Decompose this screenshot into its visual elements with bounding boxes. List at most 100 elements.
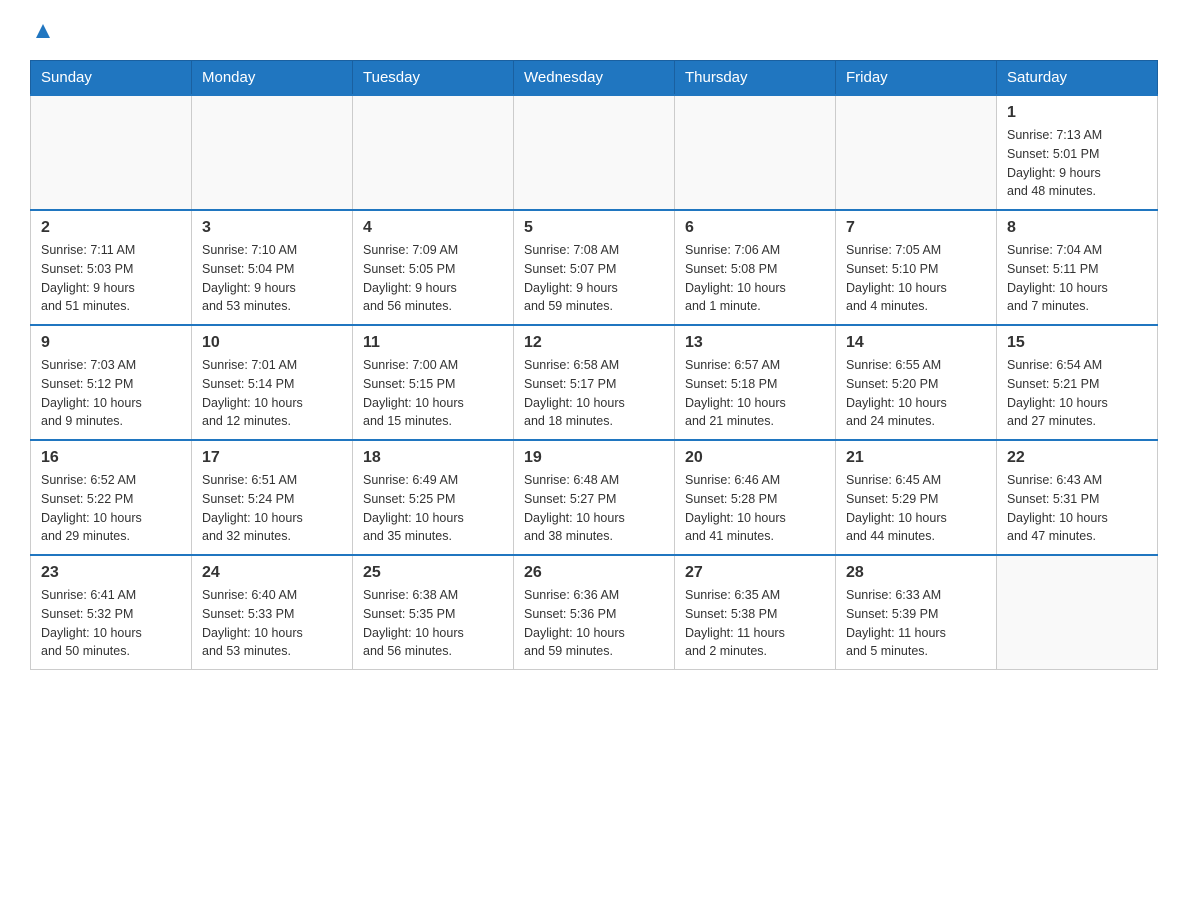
week-row-4: 16 Sunrise: 6:52 AM Sunset: 5:22 PM Dayli…: [31, 440, 1158, 555]
col-sunday: Sunday: [31, 61, 192, 96]
day-number: 2: [41, 219, 181, 237]
calendar-cell: 13 Sunrise: 6:57 AM Sunset: 5:18 PM Dayli…: [675, 325, 836, 440]
calendar-cell: 20 Sunrise: 6:46 AM Sunset: 5:28 PM Dayli…: [675, 440, 836, 555]
calendar-cell: 11 Sunrise: 7:00 AM Sunset: 5:15 PM Dayli…: [353, 325, 514, 440]
day-info: Sunrise: 7:03 AM Sunset: 5:12 PM Dayligh…: [41, 356, 181, 431]
calendar-cell: [192, 95, 353, 210]
day-info: Sunrise: 7:08 AM Sunset: 5:07 PM Dayligh…: [524, 241, 664, 316]
day-info: Sunrise: 6:41 AM Sunset: 5:32 PM Dayligh…: [41, 586, 181, 661]
day-number: 7: [846, 219, 986, 237]
day-info: Sunrise: 6:54 AM Sunset: 5:21 PM Dayligh…: [1007, 356, 1147, 431]
calendar-cell: 15Sunrise: 6:54 AM Sunset: 5:21 PM Dayli…: [997, 325, 1158, 440]
calendar-cell: 27 Sunrise: 6:35 AM Sunset: 5:38 PM Dayli…: [675, 555, 836, 670]
col-friday: Friday: [836, 61, 997, 96]
day-info: Sunrise: 7:10 AM Sunset: 5:04 PM Dayligh…: [202, 241, 342, 316]
day-info: Sunrise: 6:40 AM Sunset: 5:33 PM Dayligh…: [202, 586, 342, 661]
calendar-cell: 6 Sunrise: 7:06 AM Sunset: 5:08 PM Daylig…: [675, 210, 836, 325]
calendar-cell: 26 Sunrise: 6:36 AM Sunset: 5:36 PM Dayli…: [514, 555, 675, 670]
day-number: 8: [1007, 219, 1147, 237]
day-number: 19: [524, 449, 664, 467]
day-number: 9: [41, 334, 181, 352]
day-info: Sunrise: 6:36 AM Sunset: 5:36 PM Dayligh…: [524, 586, 664, 661]
day-info: Sunrise: 7:01 AM Sunset: 5:14 PM Dayligh…: [202, 356, 342, 431]
calendar-cell: 24 Sunrise: 6:40 AM Sunset: 5:33 PM Dayli…: [192, 555, 353, 670]
calendar-cell: 19 Sunrise: 6:48 AM Sunset: 5:27 PM Dayli…: [514, 440, 675, 555]
calendar-cell: 22 Sunrise: 6:43 AM Sunset: 5:31 PM Dayli…: [997, 440, 1158, 555]
calendar-cell: 3 Sunrise: 7:10 AM Sunset: 5:04 PM Daylig…: [192, 210, 353, 325]
calendar-cell: [514, 95, 675, 210]
calendar-cell: [997, 555, 1158, 670]
day-info: Sunrise: 6:57 AM Sunset: 5:18 PM Dayligh…: [685, 356, 825, 431]
col-saturday: Saturday: [997, 61, 1158, 96]
calendar-cell: 7 Sunrise: 7:05 AM Sunset: 5:10 PM Daylig…: [836, 210, 997, 325]
day-number: 16: [41, 449, 181, 467]
day-info: Sunrise: 6:38 AM Sunset: 5:35 PM Dayligh…: [363, 586, 503, 661]
day-info: Sunrise: 7:05 AM Sunset: 5:10 PM Dayligh…: [846, 241, 986, 316]
col-thursday: Thursday: [675, 61, 836, 96]
day-info: Sunrise: 6:52 AM Sunset: 5:22 PM Dayligh…: [41, 471, 181, 546]
day-number: 28: [846, 564, 986, 582]
calendar-cell: 21 Sunrise: 6:45 AM Sunset: 5:29 PM Dayli…: [836, 440, 997, 555]
day-number: 12: [524, 334, 664, 352]
calendar-cell: 23 Sunrise: 6:41 AM Sunset: 5:32 PM Dayli…: [31, 555, 192, 670]
col-wednesday: Wednesday: [514, 61, 675, 96]
logo-icon: [32, 20, 54, 42]
day-number: 21: [846, 449, 986, 467]
calendar-cell: 2 Sunrise: 7:11 AM Sunset: 5:03 PM Daylig…: [31, 210, 192, 325]
day-info: Sunrise: 6:58 AM Sunset: 5:17 PM Dayligh…: [524, 356, 664, 431]
calendar-cell: [836, 95, 997, 210]
day-number: 14: [846, 334, 986, 352]
day-number: 6: [685, 219, 825, 237]
day-number: 17: [202, 449, 342, 467]
day-info: Sunrise: 7:13 AM Sunset: 5:01 PM Dayligh…: [1007, 126, 1147, 201]
day-number: 26: [524, 564, 664, 582]
calendar-cell: 4 Sunrise: 7:09 AM Sunset: 5:05 PM Daylig…: [353, 210, 514, 325]
day-number: 18: [363, 449, 503, 467]
week-row-2: 2 Sunrise: 7:11 AM Sunset: 5:03 PM Daylig…: [31, 210, 1158, 325]
calendar-cell: [353, 95, 514, 210]
day-info: Sunrise: 7:11 AM Sunset: 5:03 PM Dayligh…: [41, 241, 181, 316]
col-monday: Monday: [192, 61, 353, 96]
day-number: 20: [685, 449, 825, 467]
day-number: 3: [202, 219, 342, 237]
calendar-cell: 16 Sunrise: 6:52 AM Sunset: 5:22 PM Dayli…: [31, 440, 192, 555]
day-number: 22: [1007, 449, 1147, 467]
day-number: 11: [363, 334, 503, 352]
calendar-cell: [31, 95, 192, 210]
day-number: 24: [202, 564, 342, 582]
day-info: Sunrise: 7:09 AM Sunset: 5:05 PM Dayligh…: [363, 241, 503, 316]
day-number: 13: [685, 334, 825, 352]
calendar-cell: 10 Sunrise: 7:01 AM Sunset: 5:14 PM Dayli…: [192, 325, 353, 440]
day-number: 4: [363, 219, 503, 237]
day-info: Sunrise: 7:00 AM Sunset: 5:15 PM Dayligh…: [363, 356, 503, 431]
day-info: Sunrise: 6:55 AM Sunset: 5:20 PM Dayligh…: [846, 356, 986, 431]
calendar-cell: 17Sunrise: 6:51 AM Sunset: 5:24 PM Dayli…: [192, 440, 353, 555]
calendar-cell: 5Sunrise: 7:08 AM Sunset: 5:07 PM Daylig…: [514, 210, 675, 325]
day-info: Sunrise: 6:43 AM Sunset: 5:31 PM Dayligh…: [1007, 471, 1147, 546]
day-info: Sunrise: 6:49 AM Sunset: 5:25 PM Dayligh…: [363, 471, 503, 546]
week-row-3: 9 Sunrise: 7:03 AM Sunset: 5:12 PM Daylig…: [31, 325, 1158, 440]
calendar-cell: 18 Sunrise: 6:49 AM Sunset: 5:25 PM Dayli…: [353, 440, 514, 555]
calendar-cell: 28 Sunrise: 6:33 AM Sunset: 5:39 PM Dayli…: [836, 555, 997, 670]
day-number: 1: [1007, 104, 1147, 122]
calendar-cell: 14 Sunrise: 6:55 AM Sunset: 5:20 PM Dayli…: [836, 325, 997, 440]
day-number: 27: [685, 564, 825, 582]
calendar-cell: 8Sunrise: 7:04 AM Sunset: 5:11 PM Daylig…: [997, 210, 1158, 325]
calendar-cell: 1 Sunrise: 7:13 AM Sunset: 5:01 PM Daylig…: [997, 95, 1158, 210]
calendar-header-row: Sunday Monday Tuesday Wednesday Thursday…: [31, 61, 1158, 96]
page-header: [30, 20, 1158, 44]
day-number: 25: [363, 564, 503, 582]
day-info: Sunrise: 6:45 AM Sunset: 5:29 PM Dayligh…: [846, 471, 986, 546]
day-info: Sunrise: 6:46 AM Sunset: 5:28 PM Dayligh…: [685, 471, 825, 546]
day-number: 23: [41, 564, 181, 582]
day-info: Sunrise: 6:48 AM Sunset: 5:27 PM Dayligh…: [524, 471, 664, 546]
day-number: 10: [202, 334, 342, 352]
week-row-5: 23 Sunrise: 6:41 AM Sunset: 5:32 PM Dayli…: [31, 555, 1158, 670]
calendar-cell: 25 Sunrise: 6:38 AM Sunset: 5:35 PM Dayli…: [353, 555, 514, 670]
calendar-cell: [675, 95, 836, 210]
day-info: Sunrise: 7:06 AM Sunset: 5:08 PM Dayligh…: [685, 241, 825, 316]
day-info: Sunrise: 6:33 AM Sunset: 5:39 PM Dayligh…: [846, 586, 986, 661]
col-tuesday: Tuesday: [353, 61, 514, 96]
calendar-cell: 9 Sunrise: 7:03 AM Sunset: 5:12 PM Daylig…: [31, 325, 192, 440]
day-info: Sunrise: 6:35 AM Sunset: 5:38 PM Dayligh…: [685, 586, 825, 661]
